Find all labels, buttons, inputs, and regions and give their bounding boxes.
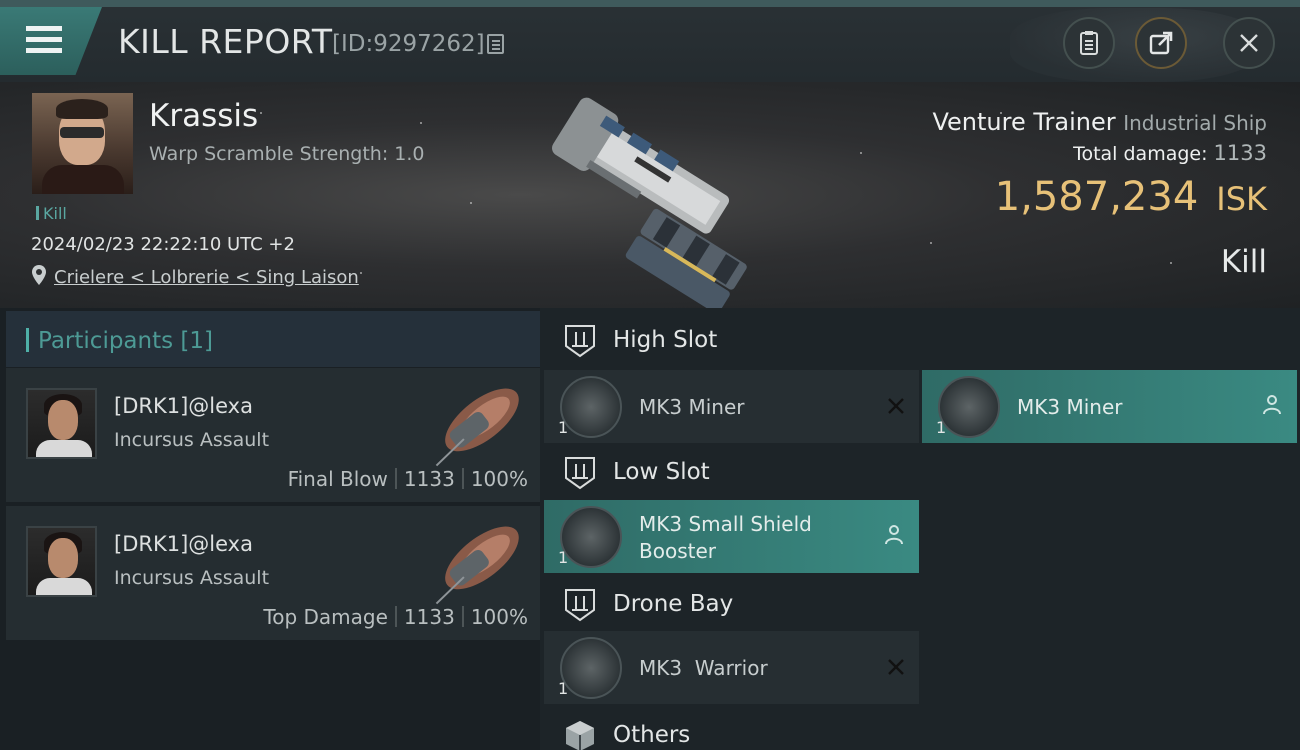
participant-ship-image bbox=[435, 388, 519, 467]
destroyed-x-icon bbox=[888, 398, 904, 414]
kill-location-link[interactable]: Crielere < Lolbrerie < Sing Laison bbox=[54, 267, 359, 288]
clipboard-button[interactable] bbox=[1063, 17, 1115, 69]
header-accent-line bbox=[0, 0, 1300, 7]
isk-value: 1,587,234 bbox=[994, 174, 1199, 220]
participants-header[interactable]: Participants [1] bbox=[6, 311, 540, 367]
close-button[interactable] bbox=[1223, 17, 1275, 69]
victim-ship-name[interactable]: Venture Trainer bbox=[932, 108, 1115, 136]
participant-damage: 1133 bbox=[403, 467, 455, 491]
copy-id-icon[interactable] bbox=[487, 34, 504, 54]
item-name: MK3 Small Shield Booster bbox=[639, 512, 812, 563]
item-name: MK3 Miner bbox=[1017, 395, 1123, 419]
victim-portrait[interactable] bbox=[32, 93, 133, 194]
item-name: MK3 Miner bbox=[639, 395, 745, 419]
participant-card[interactable]: [DRK1]@lexa Incursus Assault Final Blow 1… bbox=[6, 368, 540, 502]
victim-name: Krassis bbox=[149, 98, 259, 134]
participant-name: [DRK1]@lexa bbox=[114, 532, 253, 556]
fitting-item-destroyed[interactable]: 1 MK3 Miner bbox=[544, 370, 919, 443]
location-pin-icon bbox=[32, 265, 46, 285]
low-slot-icon bbox=[565, 457, 595, 490]
hamburger-menu-icon[interactable] bbox=[26, 26, 62, 54]
person-icon bbox=[1263, 395, 1281, 415]
item-quantity: 1 bbox=[558, 548, 569, 567]
share-icon bbox=[1149, 31, 1173, 55]
participant-damage: 1133 bbox=[403, 605, 455, 629]
page-title: KILL REPORT bbox=[118, 22, 333, 61]
participant-ship: Incursus Assault bbox=[114, 567, 270, 589]
high-slot-header: High Slot bbox=[544, 310, 1300, 370]
participant-ship-image bbox=[435, 526, 519, 605]
participant-stats: Top Damage 1133 100% bbox=[263, 605, 528, 629]
participant-percent: 100% bbox=[470, 467, 528, 491]
warp-scramble-strength: Warp Scramble Strength: 1.0 bbox=[149, 143, 425, 165]
victim-panel: Krassis Warp Scramble Strength: 1.0 Kill… bbox=[0, 82, 1300, 308]
others-label: Others bbox=[613, 722, 691, 748]
participant-stats: Final Blow 1133 100% bbox=[288, 467, 528, 491]
low-slot-label: Low Slot bbox=[613, 459, 710, 485]
participant-portrait[interactable] bbox=[26, 526, 97, 597]
drone-bay-label: Drone Bay bbox=[613, 591, 734, 617]
person-icon bbox=[885, 525, 903, 545]
cube-icon bbox=[566, 721, 594, 750]
total-damage-label: Total damage: bbox=[1073, 143, 1208, 165]
participant-ship: Incursus Assault bbox=[114, 429, 270, 451]
close-icon bbox=[1240, 34, 1258, 52]
destroyed-x-icon bbox=[888, 659, 904, 675]
kill-result: Kill bbox=[1220, 244, 1267, 280]
fitting-item-dropped[interactable]: 1 MK3 Small Shield Booster bbox=[544, 500, 919, 573]
fitting-item-destroyed[interactable]: 1 MK3 Warrior bbox=[544, 631, 919, 704]
drone-bay-icon bbox=[565, 589, 595, 622]
victim-ship-image[interactable] bbox=[510, 88, 800, 308]
isk-value-line: 1,587,234 ISK bbox=[995, 174, 1267, 220]
participant-role: Top Damage bbox=[263, 605, 388, 629]
total-damage-line: Total damage: 1133 bbox=[1073, 141, 1267, 165]
participants-panel: Participants [1] [DRK1]@lexa Incursus As… bbox=[0, 308, 540, 750]
miner-module-icon bbox=[560, 376, 622, 438]
share-button[interactable] bbox=[1135, 17, 1187, 69]
item-quantity: 1 bbox=[558, 418, 569, 437]
drone-bay-header: Drone Bay bbox=[544, 574, 1300, 634]
fitting-item-dropped[interactable]: 1 MK3 Miner bbox=[922, 370, 1297, 443]
clipboard-icon bbox=[1080, 31, 1098, 55]
isk-unit: ISK bbox=[1216, 180, 1267, 218]
report-id: [ID:9297262] bbox=[332, 31, 485, 57]
fitting-panel: High Slot 1 MK3 Miner 1 MK3 Miner Low Sl… bbox=[540, 308, 1300, 750]
participant-percent: 100% bbox=[470, 605, 528, 629]
high-slot-label: High Slot bbox=[613, 327, 718, 353]
drone-icon bbox=[560, 637, 622, 699]
low-slot-header: Low Slot bbox=[544, 442, 1300, 502]
total-damage-value: 1133 bbox=[1213, 141, 1267, 165]
kill-datetime: 2024/02/23 22:22:10 UTC +2 bbox=[31, 234, 295, 255]
participant-card[interactable]: [DRK1]@lexa Incursus Assault Top Damage 1… bbox=[6, 506, 540, 640]
participant-name: [DRK1]@lexa bbox=[114, 394, 253, 418]
participant-role: Final Blow bbox=[287, 467, 388, 491]
victim-ship-line: Venture Trainer Industrial Ship bbox=[932, 108, 1267, 136]
high-slot-icon bbox=[565, 325, 595, 358]
item-quantity: 1 bbox=[936, 418, 947, 437]
shield-booster-icon bbox=[560, 506, 622, 568]
item-name: MK3 Warrior bbox=[639, 656, 768, 680]
participant-portrait[interactable] bbox=[26, 388, 97, 459]
miner-module-icon bbox=[938, 376, 1000, 438]
kill-tag: Kill bbox=[36, 204, 67, 223]
victim-ship-class: Industrial Ship bbox=[1123, 111, 1267, 135]
header-bar: KILL REPORT [ID:9297262] bbox=[0, 0, 1300, 82]
participants-title: Participants [1] bbox=[26, 328, 213, 354]
others-header: Others bbox=[544, 705, 1300, 750]
item-quantity: 1 bbox=[558, 679, 569, 698]
